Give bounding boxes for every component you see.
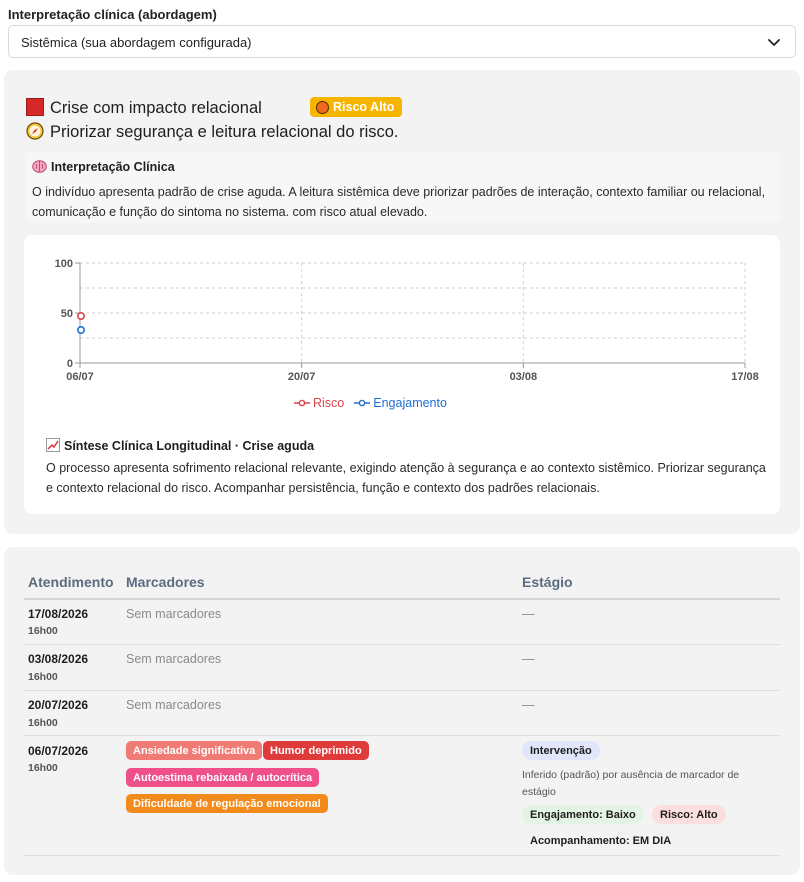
approach-label: Interpretação clínica (abordagem)	[8, 7, 217, 22]
guidance-text: Priorizar segurança e leitura relacional…	[50, 123, 399, 141]
approach-select[interactable]: Sistêmica (sua abordagem configurada)	[8, 25, 796, 58]
row-divider	[24, 690, 780, 691]
risk-badge: Risco Alto	[310, 97, 403, 117]
row-markers: Sem marcadores	[126, 698, 222, 712]
approach-select-value: Sistêmica (sua abordagem configurada)	[21, 35, 252, 50]
marker-tag-anxiety[interactable]: Ansiedade significativa	[126, 741, 263, 760]
row-date: 03/08/2026	[28, 652, 89, 666]
row-divider	[24, 644, 780, 645]
summary-card: Crise com impacto relacional Risco Alto …	[4, 70, 800, 534]
chevron-down-icon	[768, 39, 780, 46]
red-square-icon	[26, 98, 44, 116]
header-stage: Estágio	[522, 574, 573, 590]
interpretation-title: Interpretação Clínica	[32, 160, 175, 174]
row-date: 06/07/2026	[28, 744, 89, 758]
interpretation-box: Interpretação Clínica O indivíduo aprese…	[26, 152, 780, 223]
x-tick-label: 06/07	[66, 371, 94, 383]
risk-badge-label: Risco Alto	[333, 100, 395, 114]
x-tick-label: 03/08	[510, 371, 538, 383]
row-markers: Sem marcadores	[126, 607, 222, 621]
headline: Crise com impacto relacional	[26, 98, 262, 118]
header-session: Atendimento	[28, 574, 114, 590]
y-tick-label: 50	[61, 308, 73, 320]
synthesis-text: O processo apresenta sofrimento relacion…	[46, 461, 766, 495]
row-markers: Sem marcadores	[126, 652, 222, 666]
row-stage: —	[522, 607, 535, 621]
guidance: Priorizar segurança e leitura relacional…	[26, 122, 399, 142]
data-point-risco	[76, 312, 85, 321]
data-point-engajamento	[76, 326, 85, 335]
row-date: 17/08/2026	[28, 607, 89, 621]
legend-item-risk[interactable]: Risco	[294, 396, 344, 410]
row-divider	[24, 735, 780, 736]
engagement-pill: Engajamento: Baixo	[522, 805, 644, 824]
synthesis-title: Síntese Clínica Longitudinal · Crise agu…	[46, 438, 314, 453]
row-stage: —	[522, 698, 535, 712]
legend-engagement-label: Engajamento	[373, 396, 447, 410]
evolution-chart: 100 50 006/07 20/07 03/08 17/08	[55, 258, 759, 383]
legend-engagement-marker	[354, 399, 371, 407]
interpretation-text: O indivíduo apresenta padrão de crise ag…	[32, 185, 766, 219]
risk-pill: Risco: Alto	[652, 805, 726, 824]
legend-risk-label: Risco	[313, 396, 345, 410]
stage-note: Inferido (padrão) por ausência de marcad…	[522, 769, 740, 798]
sessions-card: Atendimento Marcadores Estágio 17/08/202…	[4, 547, 800, 875]
x-tick-label: 17/08	[731, 371, 759, 383]
y-tick-label: 100	[55, 258, 73, 270]
row-time: 16h00	[28, 762, 58, 774]
row-time: 16h00	[28, 625, 58, 637]
row-time: 16h00	[28, 671, 58, 683]
compass-icon	[26, 122, 44, 140]
marker-tag-low-self-esteem[interactable]: Autoestima rebaixada / autocrítica	[126, 768, 320, 787]
x-tick-label: 20/07	[288, 371, 316, 383]
chart-increasing-icon	[46, 438, 60, 452]
row-time: 16h00	[28, 717, 58, 729]
marker-tag-depressed-mood[interactable]: Humor deprimido	[263, 741, 369, 760]
chart-card: 100 50 0 06/07 20/07 03/08 17/08 Risco Engajam…	[24, 235, 780, 514]
followup-pill: Acompanhamento: EM DIA	[530, 834, 672, 847]
row-stage: —	[522, 652, 535, 666]
legend-item-engagement[interactable]: Engajamento	[354, 396, 447, 410]
row-divider	[24, 855, 780, 856]
y-tick-label: 0	[67, 358, 73, 370]
orange-circle-icon	[316, 100, 329, 114]
legend-risk-marker	[294, 399, 310, 407]
stage-pill: Intervenção	[522, 741, 600, 760]
headline-text: Crise com impacto relacional	[50, 99, 262, 117]
row-date: 20/07/2026	[28, 698, 89, 712]
marker-tag-emotional-regulation[interactable]: Dificuldade de regulação emocional	[126, 794, 328, 813]
header-divider	[24, 598, 780, 600]
chart-legend: Risco Engajamento	[294, 396, 447, 410]
brain-icon	[32, 160, 47, 173]
header-markers: Marcadores	[126, 574, 205, 590]
